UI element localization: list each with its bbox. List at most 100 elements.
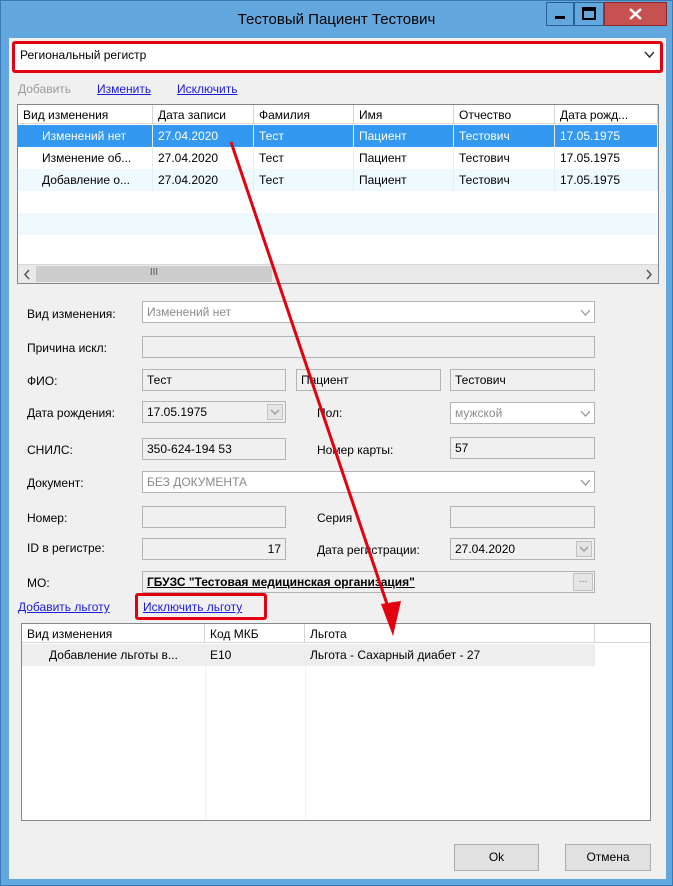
chevron-down-icon [580, 410, 590, 417]
registry-id-label: ID в регистре: [27, 541, 105, 555]
minimize-button[interactable] [546, 2, 574, 26]
title-bar[interactable]: Тестовый Пациент Тестович [1, 1, 672, 38]
registry-id-field[interactable]: 17 [142, 538, 286, 560]
middle-name-field[interactable]: Тестович [450, 369, 595, 391]
add-benefit-link[interactable]: Добавить льготу [18, 600, 110, 614]
card-number-field[interactable]: 57 [450, 437, 595, 459]
table-row[interactable]: Изменений нет 27.04.2020 Тест Пациент Те… [18, 125, 658, 147]
benefit-table: Вид изменения Код МКБ Льгота Добавление … [21, 623, 651, 821]
table-cell: Пациент [354, 169, 454, 191]
registration-date-label: Дата регистрации: [317, 543, 420, 557]
change-type-select[interactable]: Изменений нет [142, 301, 595, 323]
table-cell: 27.04.2020 [153, 125, 254, 147]
history-table-header: Вид изменения Дата записи Фамилия Имя От… [18, 105, 658, 124]
close-icon [629, 8, 642, 20]
ok-button[interactable]: Ok [454, 844, 539, 871]
chevron-left-icon[interactable] [19, 266, 36, 283]
cancel-button[interactable]: Отмена [565, 844, 651, 871]
register-select[interactable]: Региональный регистр [15, 44, 660, 70]
fio-label: ФИО: [27, 374, 58, 388]
document-select[interactable]: БЕЗ ДОКУМЕНТА [142, 471, 595, 493]
table-cell: E10 [205, 644, 305, 666]
register-select-value: Региональный регистр [20, 48, 147, 62]
chevron-down-icon [270, 409, 280, 415]
dialog-window: Тестовый Пациент Тестович Региональный р… [0, 0, 673, 886]
empty-row [18, 213, 658, 235]
reason-label: Причина искл: [27, 341, 108, 355]
table-cell: 17.05.1975 [555, 147, 658, 169]
series-field[interactable] [450, 506, 595, 528]
table-cell: Добавление льготы в... [22, 644, 205, 666]
benefit-table-header: Вид изменения Код МКБ Льгота [22, 624, 650, 643]
chevron-down-icon [579, 546, 589, 552]
table-row[interactable]: Добавление льготы в... E10 Льгота - Саха… [22, 644, 595, 666]
mo-label: МО: [27, 576, 50, 590]
reason-field[interactable] [142, 336, 595, 358]
registration-date-picker[interactable]: 27.04.2020 [450, 538, 595, 560]
mo-field[interactable]: ГБУЗС "Тестовая медицинская организация"… [142, 571, 595, 593]
chevron-down-icon [580, 479, 590, 486]
scroll-thumb[interactable]: III [36, 266, 272, 282]
table-row[interactable]: Добавление о... 27.04.2020 Тест Пациент … [18, 169, 658, 191]
maximize-icon [582, 7, 596, 20]
sex-select[interactable]: мужской [450, 402, 595, 424]
number-label: Номер: [27, 511, 68, 525]
sex-value: мужской [455, 406, 503, 420]
dialog-body: Региональный регистр Добавить Изменить И… [9, 38, 666, 879]
table-cell: Тест [254, 125, 354, 147]
chevron-down-icon [644, 51, 654, 59]
table-row[interactable]: Изменение об... 27.04.2020 Тест Пациент … [18, 147, 658, 169]
date-dropdown-button[interactable] [267, 404, 283, 420]
table-cell: 27.04.2020 [153, 169, 254, 191]
table-cell: Изменений нет [18, 125, 153, 147]
column-header[interactable]: Вид изменения [18, 105, 153, 124]
column-header[interactable]: Отчество [454, 105, 555, 124]
horizontal-scrollbar[interactable]: III [18, 264, 658, 283]
card-number-label: Номер карты: [317, 443, 394, 457]
chevron-right-icon[interactable] [640, 266, 657, 283]
maximize-button[interactable] [574, 2, 604, 26]
column-header[interactable]: Дата записи [153, 105, 254, 124]
column-header[interactable]: Код МКБ [205, 624, 305, 643]
mo-browse-button[interactable]: ... [573, 573, 593, 591]
column-header[interactable]: Имя [354, 105, 454, 124]
chevron-down-icon [580, 309, 590, 316]
empty-row [18, 235, 658, 257]
table-cell: Пациент [354, 147, 454, 169]
grid-line [205, 666, 206, 820]
birth-date-label: Дата рождения: [27, 406, 115, 420]
close-button[interactable] [604, 2, 667, 26]
edit-link[interactable]: Изменить [97, 82, 151, 96]
column-header[interactable]: Вид изменения [22, 624, 205, 643]
table-cell: Тест [254, 147, 354, 169]
number-field[interactable] [142, 506, 286, 528]
table-cell: Льгота - Сахарный диабет - 27 [305, 644, 595, 666]
date-dropdown-button[interactable] [576, 541, 592, 557]
change-type-label: Вид изменения: [27, 307, 116, 321]
registration-date-value: 27.04.2020 [455, 542, 516, 556]
birth-date-picker[interactable]: 17.05.1975 [142, 401, 286, 423]
snils-label: СНИЛС: [27, 443, 73, 457]
sex-label: Пол: [317, 406, 343, 420]
minimize-icon [555, 16, 565, 19]
change-type-value: Изменений нет [147, 305, 232, 319]
document-value: БЕЗ ДОКУМЕНТА [147, 475, 248, 489]
table-cell: Изменение об... [18, 147, 153, 169]
grid-line [305, 666, 306, 820]
table-cell: Тестович [454, 169, 555, 191]
table-cell: Пациент [354, 125, 454, 147]
add-link[interactable]: Добавить [18, 82, 71, 96]
first-name-field[interactable]: Пациент [296, 369, 441, 391]
exclude-link[interactable]: Исключить [177, 82, 237, 96]
history-table: Вид изменения Дата записи Фамилия Имя От… [17, 104, 659, 284]
snils-field[interactable]: 350-624-194 53 [142, 438, 286, 460]
table-cell: 17.05.1975 [555, 125, 658, 147]
document-label: Документ: [27, 476, 84, 490]
column-header[interactable]: Льгота [305, 624, 595, 643]
birth-date-value: 17.05.1975 [147, 405, 208, 419]
exclude-benefit-link[interactable]: Исключить льготу [143, 600, 242, 614]
table-cell: Тестович [454, 147, 555, 169]
column-header[interactable]: Дата рожд... [555, 105, 658, 124]
last-name-field[interactable]: Тест [142, 369, 286, 391]
column-header[interactable]: Фамилия [254, 105, 354, 124]
